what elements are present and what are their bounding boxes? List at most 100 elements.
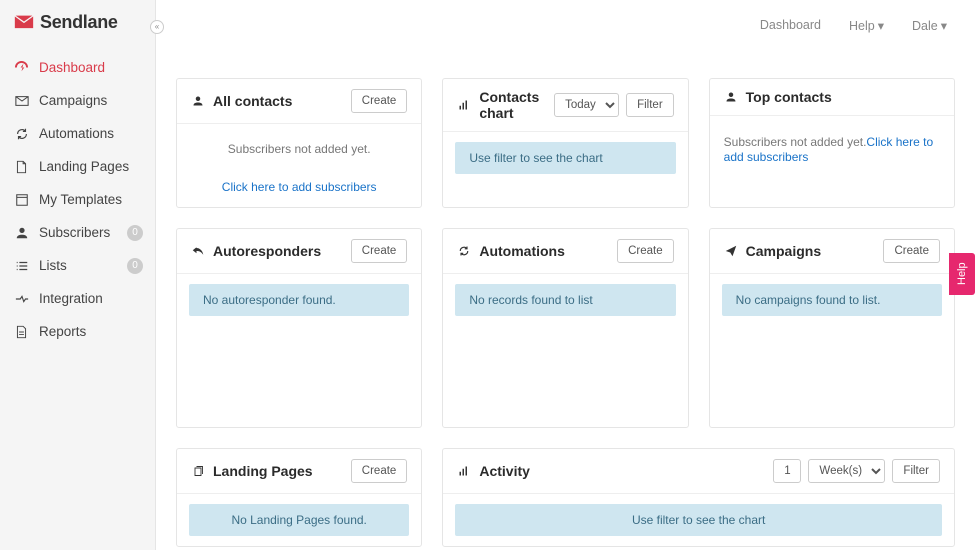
template-icon [14, 192, 29, 207]
panel-title: Landing Pages [213, 463, 351, 479]
sidebar: Sendlane Dashboard Campaigns Automations… [0, 0, 156, 550]
sidebar-item-label: Reports [39, 324, 86, 339]
user-icon [14, 225, 29, 240]
sidebar-item-label: Subscribers [39, 225, 110, 240]
integration-icon [14, 291, 29, 306]
sidebar-item-my-templates[interactable]: My Templates [0, 183, 155, 216]
panel-body: Use filter to see the chart [443, 494, 954, 546]
create-button[interactable]: Create [883, 239, 940, 263]
dashboard-icon [14, 60, 29, 75]
sidebar-item-label: Landing Pages [39, 159, 129, 174]
envelope-icon [14, 93, 29, 108]
panel-head: Campaigns Create [710, 229, 954, 274]
chart-icon [457, 98, 471, 112]
panel-body: Use filter to see the chart [443, 132, 687, 184]
panel-head: Top contacts [710, 79, 954, 116]
filter-button[interactable]: Filter [626, 93, 674, 117]
info-bar: No Landing Pages found. [189, 504, 409, 536]
help-menu-label: Help [849, 19, 875, 33]
top-bar: Dashboard Help▾ Dale▾ [156, 0, 975, 50]
add-subscribers-link[interactable]: Click here to add subscribers [189, 180, 409, 194]
panel-title: Contacts chart [479, 89, 554, 121]
breadcrumb[interactable]: Dashboard [760, 18, 821, 32]
empty-text: Subscribers not added yet. [189, 142, 409, 156]
sidebar-item-integration[interactable]: Integration [0, 282, 155, 315]
create-button[interactable]: Create [617, 239, 674, 263]
create-button[interactable]: Create [351, 459, 408, 483]
nav: Dashboard Campaigns Automations Landing … [0, 51, 155, 348]
sidebar-item-dashboard[interactable]: Dashboard [0, 51, 155, 84]
panel-head: Automations Create [443, 229, 687, 274]
reports-icon [14, 324, 29, 339]
empty-text: Subscribers not added yet. [724, 135, 867, 149]
panel-top-contacts: Top contacts Subscribers not added yet.C… [709, 78, 955, 208]
content: All contacts Create Subscribers not adde… [156, 60, 975, 550]
panel-title: Autoresponders [213, 243, 351, 259]
panel-body: No records found to list [443, 274, 687, 326]
panel-body: No autoresponder found. [177, 274, 421, 326]
logo[interactable]: Sendlane [0, 0, 155, 51]
list-icon [14, 258, 29, 273]
user-icon [191, 94, 205, 108]
info-bar: No records found to list [455, 284, 675, 316]
quantity-input[interactable] [773, 459, 801, 483]
panel-head: Autoresponders Create [177, 229, 421, 274]
panel-title: Automations [479, 243, 617, 259]
logo-icon [14, 14, 34, 32]
user-icon [724, 90, 738, 104]
page-icon [14, 159, 29, 174]
panel-autoresponders: Autoresponders Create No autoresponder f… [176, 228, 422, 428]
info-bar: Use filter to see the chart [455, 142, 675, 174]
send-icon [724, 244, 738, 258]
sidebar-item-landing-pages[interactable]: Landing Pages [0, 150, 155, 183]
panel-head: Activity Week(s) Filter [443, 449, 954, 494]
panel-title: All contacts [213, 93, 351, 109]
panel-title: Campaigns [746, 243, 884, 259]
help-tab[interactable]: Help [949, 253, 975, 295]
user-menu[interactable]: Dale▾ [912, 18, 947, 33]
refresh-icon [14, 126, 29, 141]
panel-landing-pages: Landing Pages Create No Landing Pages fo… [176, 448, 422, 547]
panel-title: Top contacts [746, 89, 940, 105]
sidebar-badge: 0 [127, 258, 143, 274]
panel-campaigns: Campaigns Create No campaigns found to l… [709, 228, 955, 428]
panel-body: Subscribers not added yet. Click here to… [177, 124, 421, 212]
sidebar-item-label: Lists [39, 258, 67, 273]
create-button[interactable]: Create [351, 239, 408, 263]
sidebar-item-campaigns[interactable]: Campaigns [0, 84, 155, 117]
info-bar: No autoresponder found. [189, 284, 409, 316]
sidebar-item-lists[interactable]: Lists 0 [0, 249, 155, 282]
sidebar-item-reports[interactable]: Reports [0, 315, 155, 348]
reply-icon [191, 244, 205, 258]
sidebar-item-label: Campaigns [39, 93, 107, 108]
sidebar-item-label: Automations [39, 126, 114, 141]
sidebar-item-automations[interactable]: Automations [0, 117, 155, 150]
range-select[interactable]: Today [554, 93, 619, 117]
info-bar: No campaigns found to list. [722, 284, 942, 316]
unit-select[interactable]: Week(s) [808, 459, 885, 483]
dashboard-grid: All contacts Create Subscribers not adde… [176, 78, 955, 547]
sidebar-item-label: My Templates [39, 192, 122, 207]
create-button[interactable]: Create [351, 89, 408, 113]
refresh-icon [457, 244, 471, 258]
sidebar-item-subscribers[interactable]: Subscribers 0 [0, 216, 155, 249]
chevron-down-icon: ▾ [878, 19, 884, 33]
panel-head: Landing Pages Create [177, 449, 421, 494]
panel-head: All contacts Create [177, 79, 421, 124]
panel-all-contacts: All contacts Create Subscribers not adde… [176, 78, 422, 208]
panel-automations: Automations Create No records found to l… [442, 228, 688, 428]
chart-icon [457, 464, 471, 478]
panel-head: Contacts chart Today Filter [443, 79, 687, 132]
panel-body: No campaigns found to list. [710, 274, 954, 326]
logo-text: Sendlane [40, 12, 118, 33]
chevron-down-icon: ▾ [941, 19, 947, 33]
filter-button[interactable]: Filter [892, 459, 940, 483]
info-bar: Use filter to see the chart [455, 504, 942, 536]
panel-body: Subscribers not added yet.Click here to … [710, 116, 954, 182]
sidebar-item-label: Integration [39, 291, 103, 306]
user-menu-label: Dale [912, 19, 938, 33]
panel-activity: Activity Week(s) Filter Use filter to se… [442, 448, 955, 547]
help-menu[interactable]: Help▾ [849, 18, 884, 33]
panel-body: No Landing Pages found. [177, 494, 421, 546]
sidebar-badge: 0 [127, 225, 143, 241]
